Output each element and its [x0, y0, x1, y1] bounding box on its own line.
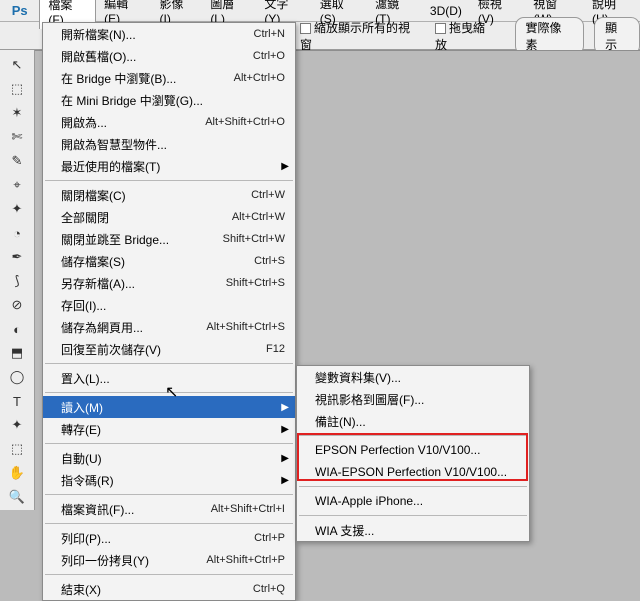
crop-tool[interactable]: ✄ — [5, 126, 29, 148]
pen-tool[interactable]: ◯ — [5, 366, 29, 388]
brush-tool[interactable]: ✦ — [5, 198, 29, 220]
file-export[interactable]: 轉存(E)▶ — [43, 418, 295, 440]
file-close-bridge[interactable]: 關閉並跳至 Bridge...Shift+Ctrl+W — [43, 228, 295, 250]
zoom-all-windows-checkbox[interactable]: 縮放顯示所有的視窗 — [300, 19, 421, 53]
menu-separator — [45, 392, 293, 393]
submenu-arrow-icon: ▶ — [281, 453, 289, 464]
zoom-all-windows-label: 縮放顯示所有的視窗 — [300, 21, 410, 52]
file-info[interactable]: 檔案資訊(F)...Alt+Shift+Ctrl+I — [43, 498, 295, 520]
menu-separator — [45, 180, 293, 181]
menu-3d[interactable]: 3D(D) — [422, 2, 470, 20]
file-scripts[interactable]: 指令碼(R)▶ — [43, 469, 295, 491]
menu-separator — [45, 443, 293, 444]
hand-tool[interactable]: ✋ — [5, 462, 29, 484]
type-tool[interactable]: T — [5, 390, 29, 412]
file-save[interactable]: 儲存檔案(S)Ctrl+S — [43, 250, 295, 272]
zoom-tool[interactable]: 🔍 — [5, 486, 29, 508]
import-variable-data[interactable]: 變數資料集(V)... — [297, 366, 529, 388]
file-new[interactable]: 開新檔案(N)...Ctrl+N — [43, 23, 295, 45]
menu-separator — [45, 494, 293, 495]
gradient-tool[interactable]: ⊘ — [5, 294, 29, 316]
blur-tool[interactable]: ◐ — [5, 318, 29, 340]
menu-separator — [45, 363, 293, 364]
file-open-as[interactable]: 開啟為...Alt+Shift+Ctrl+O — [43, 111, 295, 133]
scrubby-zoom-checkbox[interactable]: 拖曳縮放 — [435, 19, 497, 53]
file-open[interactable]: 開啟舊檔(O)...Ctrl+O — [43, 45, 295, 67]
menu-separator — [299, 435, 527, 436]
eraser-tool[interactable]: ⟆ — [5, 270, 29, 292]
file-close-all[interactable]: 全部關閉Alt+Ctrl+W — [43, 206, 295, 228]
import-notes[interactable]: 備註(N)... — [297, 410, 529, 432]
import-submenu: 變數資料集(V)... 視訊影格到圖層(F)... 備註(N)... EPSON… — [296, 365, 530, 542]
file-revert[interactable]: 回復至前次儲存(V)F12 — [43, 338, 295, 360]
import-epson-v10[interactable]: EPSON Perfection V10/V100... — [297, 439, 529, 461]
file-import[interactable]: 讀入(M)▶ — [43, 396, 295, 418]
app-logo: Ps — [0, 3, 39, 18]
file-browse-minibridge[interactable]: 在 Mini Bridge 中瀏覽(G)... — [43, 89, 295, 111]
file-open-smart[interactable]: 開啟為智慧型物件... — [43, 133, 295, 155]
file-print[interactable]: 列印(P)...Ctrl+P — [43, 527, 295, 549]
import-wia-iphone[interactable]: WIA-Apple iPhone... — [297, 490, 529, 512]
menu-separator — [299, 486, 527, 487]
menu-separator — [299, 515, 527, 516]
import-video-frames[interactable]: 視訊影格到圖層(F)... — [297, 388, 529, 410]
actual-pixels-button[interactable]: 實際像素 — [515, 17, 585, 55]
patch-tool[interactable]: ⌖ — [5, 174, 29, 196]
menu-separator — [45, 574, 293, 575]
file-print-copy[interactable]: 列印一份拷貝(Y)Alt+Shift+Ctrl+P — [43, 549, 295, 571]
dodge-tool[interactable]: ⬒ — [5, 342, 29, 364]
stamp-tool[interactable]: ◔ — [5, 222, 29, 244]
submenu-arrow-icon: ▶ — [281, 475, 289, 486]
submenu-arrow-icon: ▶ — [281, 424, 289, 435]
file-automate[interactable]: 自動(U)▶ — [43, 447, 295, 469]
import-wia-epson-v10[interactable]: WIA-EPSON Perfection V10/V100... — [297, 461, 529, 483]
submenu-arrow-icon: ▶ — [281, 161, 289, 172]
fit-screen-button[interactable]: 顯示 — [594, 17, 640, 55]
import-wia-support[interactable]: WIA 支援... — [297, 519, 529, 541]
submenu-arrow-icon: ▶ — [281, 402, 289, 413]
menu-separator — [45, 523, 293, 524]
file-recent[interactable]: 最近使用的檔案(T)▶ — [43, 155, 295, 177]
file-save-as[interactable]: 另存新檔(A)...Shift+Ctrl+S — [43, 272, 295, 294]
file-browse-bridge[interactable]: 在 Bridge 中瀏覽(B)...Alt+Ctrl+O — [43, 67, 295, 89]
shape-tool[interactable]: ⬚ — [5, 438, 29, 460]
lasso-tool[interactable]: ✶ — [5, 102, 29, 124]
file-place[interactable]: 置入(L)... — [43, 367, 295, 389]
tools-panel: ↖ ⬚ ✶ ✄ ✎ ⌖ ✦ ◔ ✒ ⟆ ⊘ ◐ ⬒ ◯ T ✦ ⬚ ✋ 🔍 — [0, 50, 35, 510]
file-close[interactable]: 關閉檔案(C)Ctrl+W — [43, 184, 295, 206]
history-brush-tool[interactable]: ✒ — [5, 246, 29, 268]
path-select-tool[interactable]: ✦ — [5, 414, 29, 436]
file-check-in[interactable]: 存回(I)... — [43, 294, 295, 316]
file-save-web[interactable]: 儲存為網頁用...Alt+Shift+Ctrl+S — [43, 316, 295, 338]
marquee-tool[interactable]: ⬚ — [5, 78, 29, 100]
move-tool[interactable]: ↖ — [5, 54, 29, 76]
file-menu: 開新檔案(N)...Ctrl+N 開啟舊檔(O)...Ctrl+O 在 Brid… — [42, 22, 296, 601]
eyedropper-tool[interactable]: ✎ — [5, 150, 29, 172]
